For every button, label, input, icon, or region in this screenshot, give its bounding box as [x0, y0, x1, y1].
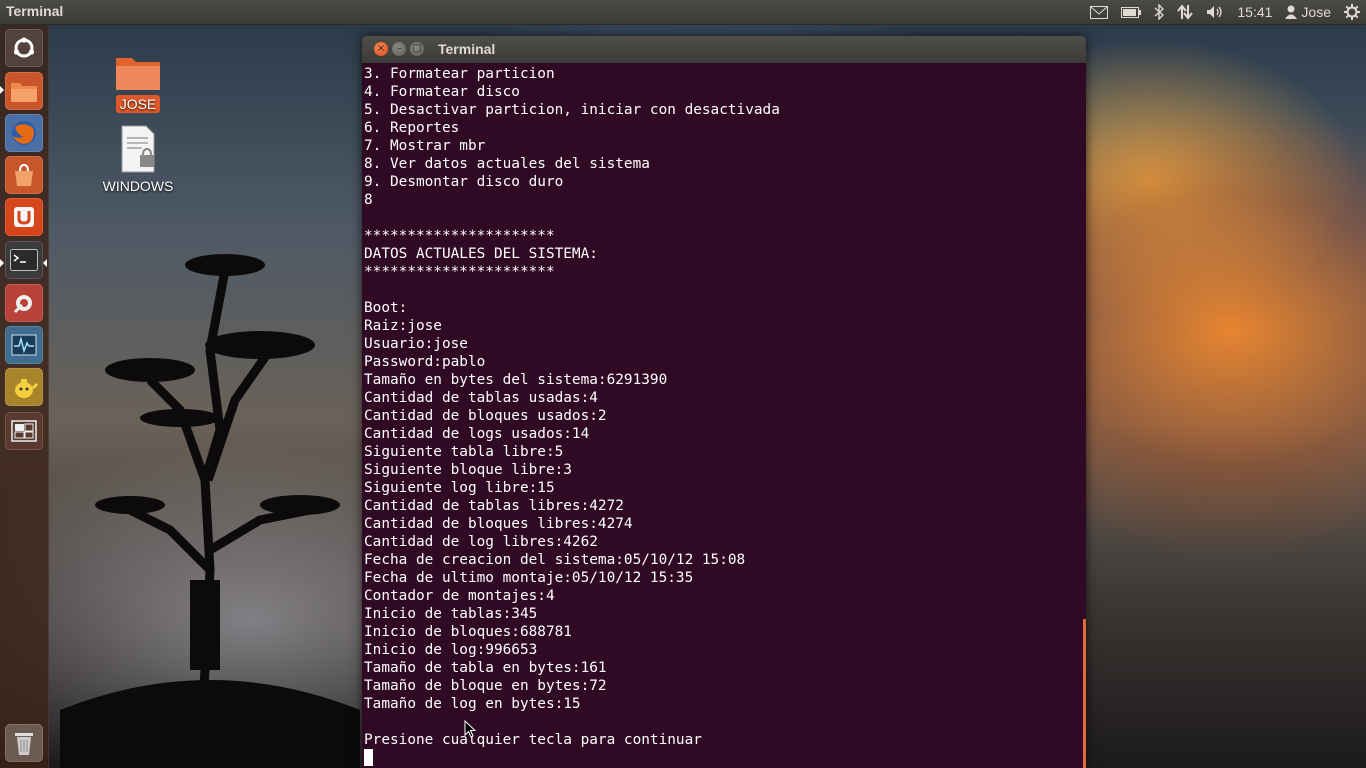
- terminal-line: 5. Desactivar particion, iniciar con des…: [364, 102, 780, 118]
- terminal-line: 3. Formatear particion: [364, 66, 555, 82]
- mail-icon[interactable]: [1090, 5, 1109, 19]
- battery-icon[interactable]: [1121, 6, 1142, 18]
- tree-silhouette: [60, 254, 360, 768]
- system-settings-icon[interactable]: [5, 284, 43, 322]
- terminal-line: Siguiente log libre:15: [364, 480, 555, 496]
- software-center-icon[interactable]: [5, 156, 43, 194]
- terminal-cursor: [364, 749, 373, 766]
- terminal-line: Password:pablo: [364, 354, 486, 370]
- bluetooth-icon[interactable]: [1154, 4, 1165, 20]
- terminal-line: Tamaño en bytes del sistema:6291390: [364, 372, 668, 388]
- minimize-button[interactable]: –: [392, 42, 406, 56]
- user-icon: [1285, 5, 1298, 19]
- terminal-line: **********************: [364, 264, 555, 280]
- workspace-switcher-icon[interactable]: [5, 412, 43, 450]
- firefox-icon[interactable]: [5, 114, 43, 152]
- ubuntu-one-icon[interactable]: [5, 198, 43, 236]
- terminal-line: Tamaño de bloque en bytes:72: [364, 678, 607, 694]
- terminal-text: 3. Formatear particion 4. Formatear disc…: [362, 63, 1086, 767]
- terminal-line: DATOS ACTUALES DEL SISTEMA:: [364, 246, 598, 262]
- terminal-line: Siguiente bloque libre:3: [364, 462, 572, 478]
- maximize-button[interactable]: □: [410, 42, 424, 56]
- close-button[interactable]: ×: [374, 42, 388, 56]
- desktop-icon-label: JOSE: [115, 95, 161, 113]
- terminal-line: Tamaño de log en bytes:15: [364, 696, 581, 712]
- mouse-cursor-icon: [464, 720, 476, 738]
- terminal-line: Cantidad de logs usados:14: [364, 426, 590, 442]
- indicator-area: 15:41 Jose: [1090, 0, 1360, 24]
- system-monitor-icon[interactable]: [5, 326, 43, 364]
- desktop-icon-windows[interactable]: WINDOWS: [98, 124, 178, 195]
- terminal-line: 8. Ver datos actuales del sistema: [364, 156, 650, 172]
- settings-gear-icon[interactable]: [1344, 4, 1360, 20]
- dash-home-icon[interactable]: [5, 29, 43, 67]
- desktop-icon-jose[interactable]: JOSE: [108, 52, 168, 113]
- teapot-app-icon[interactable]: [5, 368, 43, 406]
- terminal-icon[interactable]: [5, 241, 43, 279]
- terminal-line: Inicio de tablas:345: [364, 606, 538, 622]
- terminal-line: Cantidad de tablas libres:4272: [364, 498, 624, 514]
- terminal-line: Inicio de log:996653: [364, 642, 538, 658]
- terminal-line: Raiz:jose: [364, 318, 442, 334]
- terminal-window[interactable]: × – □ Terminal 3. Formatear particion 4.…: [362, 36, 1086, 768]
- terminal-line: 4. Formatear disco: [364, 84, 520, 100]
- user-menu[interactable]: Jose: [1285, 4, 1331, 20]
- terminal-line: 6. Reportes: [364, 120, 460, 136]
- terminal-line: Tamaño de tabla en bytes:161: [364, 660, 607, 676]
- terminal-line: Siguiente tabla libre:5: [364, 444, 564, 460]
- terminal-line: Presione cualquier tecla para continuar: [364, 732, 702, 748]
- desktop-icon-label: WINDOWS: [102, 178, 174, 194]
- window-title: Terminal: [438, 41, 496, 57]
- locked-document-icon: [121, 125, 155, 173]
- terminal-line: 9. Desmontar disco duro: [364, 174, 564, 190]
- folder-icon: [116, 58, 160, 90]
- terminal-line: Contador de montajes:4: [364, 588, 555, 604]
- terminal-line: **********************: [364, 228, 555, 244]
- terminal-line: Inicio de bloques:688781: [364, 624, 572, 640]
- terminal-line: Cantidad de bloques usados:2: [364, 408, 607, 424]
- terminal-line: Cantidad de tablas usadas:4: [364, 390, 598, 406]
- active-app-title: Terminal: [6, 3, 64, 19]
- terminal-line: 8: [364, 192, 373, 208]
- user-name: Jose: [1301, 4, 1331, 20]
- terminal-line: 7. Mostrar mbr: [364, 138, 486, 154]
- terminal-output-area[interactable]: 3. Formatear particion 4. Formatear disc…: [362, 63, 1086, 768]
- trash-icon[interactable]: [5, 724, 43, 762]
- files-icon[interactable]: [5, 72, 43, 110]
- terminal-line: Cantidad de log libres:4262: [364, 534, 598, 550]
- terminal-line: Fecha de ultimo montaje:05/10/12 15:35: [364, 570, 694, 586]
- terminal-line: Cantidad de bloques libres:4274: [364, 516, 633, 532]
- window-titlebar[interactable]: × – □ Terminal: [362, 36, 1086, 63]
- clock[interactable]: 15:41: [1237, 4, 1272, 20]
- terminal-line: Usuario:jose: [364, 336, 468, 352]
- launcher: [0, 24, 49, 768]
- network-icon[interactable]: [1177, 4, 1194, 20]
- scrollbar-indicator[interactable]: [1083, 619, 1086, 768]
- terminal-line: Boot:: [364, 300, 408, 316]
- terminal-line: Fecha de creacion del sistema:05/10/12 1…: [364, 552, 746, 568]
- volume-icon[interactable]: [1206, 5, 1224, 19]
- top-panel: Terminal 15:41 Jose: [0, 0, 1366, 24]
